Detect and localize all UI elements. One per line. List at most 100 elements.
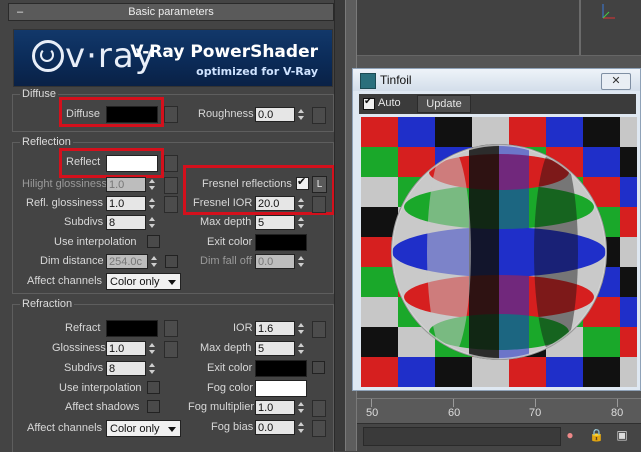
refl-subdivs-arrows-icon[interactable] xyxy=(148,215,157,230)
refl-use-interpolation-checkbox[interactable] xyxy=(147,235,160,248)
fog-color-swatch[interactable] xyxy=(255,380,307,397)
refr-subdivs-arrows-icon[interactable] xyxy=(148,361,157,376)
fog-bias-map-button[interactable] xyxy=(312,420,326,437)
refr-affect-channels-dropdown[interactable]: Color only xyxy=(106,420,181,437)
roughness-map-button[interactable] xyxy=(312,107,326,124)
refr-glossiness-map-button[interactable] xyxy=(164,341,178,358)
roughness-label: Roughness xyxy=(198,108,254,120)
affect-shadows-checkbox[interactable] xyxy=(147,400,160,413)
ior-label: IOR xyxy=(233,322,253,334)
refr-max-depth-arrows-icon[interactable] xyxy=(297,341,306,356)
fresnel-reflections-checkbox[interactable] xyxy=(296,175,309,190)
material-preview-image xyxy=(361,117,637,387)
tinfoil-titlebar[interactable]: Tinfoil ✕ xyxy=(353,69,640,91)
collapse-icon[interactable]: – xyxy=(17,4,23,20)
reflect-map-button[interactable] xyxy=(164,155,178,172)
refr-glossiness-arrows-icon[interactable] xyxy=(148,341,157,356)
refl-max-depth-label: Max depth xyxy=(200,216,252,228)
fog-multiplier-arrows-icon[interactable] xyxy=(297,400,306,415)
refr-use-interpolation-checkbox[interactable] xyxy=(147,381,160,394)
refl-glossiness-arrows-icon[interactable] xyxy=(148,196,157,211)
timeline-ruler[interactable]: 50 60 70 80 xyxy=(357,398,641,423)
refract-color-swatch[interactable] xyxy=(106,320,158,337)
reflection-group-title: Reflection xyxy=(20,136,73,148)
fog-multiplier-spinner[interactable]: 1.0 xyxy=(255,400,295,415)
fresnel-reflections-label: Fresnel reflections xyxy=(202,178,292,190)
selection-icon[interactable]: ▣ xyxy=(615,428,629,442)
vray-banner: v·ray V-Ray PowerShader optimized for V-… xyxy=(13,29,333,87)
tick-mark xyxy=(453,399,454,407)
hilight-glossiness-spinner[interactable]: 1.0 xyxy=(106,177,146,192)
material-editor-panel: – Basic parameters v·ray V-Ray PowerShad… xyxy=(0,0,345,452)
refl-max-depth-spinner[interactable]: 5 xyxy=(255,215,295,230)
fog-bias-arrows-icon[interactable] xyxy=(297,420,306,435)
refl-exit-color-swatch[interactable] xyxy=(255,234,307,251)
tinfoil-title: Tinfoil xyxy=(380,73,412,87)
diffuse-group-title: Diffuse xyxy=(20,88,59,100)
dim-distance-checkbox[interactable] xyxy=(165,255,178,268)
vray-logo-icon xyxy=(32,40,64,72)
auto-label: Auto xyxy=(378,97,401,109)
hilight-glossiness-label: Hilight glossiness xyxy=(22,178,107,190)
fog-multiplier-map-button[interactable] xyxy=(312,400,326,417)
refr-subdivs-label: Subdivs xyxy=(64,362,104,374)
refr-max-depth-spinner[interactable]: 5 xyxy=(255,341,295,356)
dim-distance-arrows-icon[interactable] xyxy=(150,254,159,269)
lock-icon[interactable]: 🔒 xyxy=(589,428,604,442)
diffuse-map-button[interactable] xyxy=(164,106,178,123)
affect-shadows-label: Affect shadows xyxy=(65,401,140,413)
refl-subdivs-label: Subdivs xyxy=(64,216,104,228)
tinfoil-toolbar: Auto Update xyxy=(359,94,636,114)
fog-bias-spinner[interactable]: 0.0 xyxy=(255,420,295,435)
dim-falloff-spinner[interactable]: 0.0 xyxy=(255,254,295,269)
chevron-down-icon xyxy=(168,427,176,432)
roughness-spinner[interactable]: 0.0 xyxy=(255,107,295,122)
refl-max-depth-arrows-icon[interactable] xyxy=(297,215,306,230)
refr-glossiness-spinner[interactable]: 1.0 xyxy=(106,341,146,356)
refr-use-interpolation-label: Use interpolation xyxy=(59,382,142,394)
fresnel-ior-map-button[interactable] xyxy=(312,196,326,213)
timeline-tick-70: 70 xyxy=(529,407,542,419)
banner-subtitle: optimized for V-Ray xyxy=(196,65,318,78)
fresnel-lock-button[interactable]: L xyxy=(312,176,327,193)
viewport-top[interactable] xyxy=(357,0,641,56)
diffuse-highlight-box xyxy=(59,97,164,127)
refr-exit-color-checkbox[interactable] xyxy=(312,361,325,374)
refr-glossiness-label: Glossiness xyxy=(52,342,106,354)
refr-exit-color-swatch[interactable] xyxy=(255,360,307,377)
close-button[interactable]: ✕ xyxy=(601,73,631,90)
refr-exit-color-label: Exit color xyxy=(207,362,253,374)
refl-subdivs-spinner[interactable]: 8 xyxy=(106,215,146,230)
refr-subdivs-spinner[interactable]: 8 xyxy=(106,361,146,376)
roughness-spinner-arrows-icon[interactable] xyxy=(297,107,306,122)
ior-map-button[interactable] xyxy=(312,321,326,338)
dim-falloff-arrows-icon[interactable] xyxy=(297,254,306,269)
update-button[interactable]: Update xyxy=(417,95,471,113)
banner-title: V-Ray PowerShader xyxy=(130,42,318,62)
refl-glossiness-spinner[interactable]: 1.0 xyxy=(106,196,146,211)
refr-affect-channels-value: Color only xyxy=(110,423,160,435)
ior-spinner[interactable]: 1.6 xyxy=(255,321,295,336)
refr-affect-channels-label: Affect channels xyxy=(27,422,103,434)
fresnel-ior-label: Fresnel IOR xyxy=(193,197,253,209)
refl-glossiness-map-button[interactable] xyxy=(164,196,178,213)
dim-distance-spinner[interactable]: 254.0c xyxy=(106,254,148,269)
timeline-tick-50: 50 xyxy=(366,407,379,419)
basic-parameters-rollout[interactable]: – Basic parameters xyxy=(8,3,334,21)
auto-checkbox[interactable] xyxy=(363,96,375,110)
pin-icon[interactable]: ● xyxy=(563,428,577,442)
refr-max-depth-label: Max depth xyxy=(200,342,252,354)
ior-arrows-icon[interactable] xyxy=(297,321,306,336)
timeline-tick-80: 80 xyxy=(611,407,624,419)
hilight-glossiness-map-button[interactable] xyxy=(164,177,178,194)
tick-mark xyxy=(617,399,618,407)
refract-map-button[interactable] xyxy=(164,320,178,337)
refraction-group-title: Refraction xyxy=(20,298,75,310)
hilight-glossiness-arrows-icon[interactable] xyxy=(148,177,157,192)
fog-bias-label: Fog bias xyxy=(211,421,254,433)
refl-affect-channels-dropdown[interactable]: Color only xyxy=(106,273,181,290)
refl-exit-color-label: Exit color xyxy=(207,236,253,248)
status-field[interactable] xyxy=(363,427,561,446)
fresnel-ior-arrows-icon[interactable] xyxy=(297,196,306,211)
fresnel-ior-spinner[interactable]: 20.0 xyxy=(255,196,295,211)
